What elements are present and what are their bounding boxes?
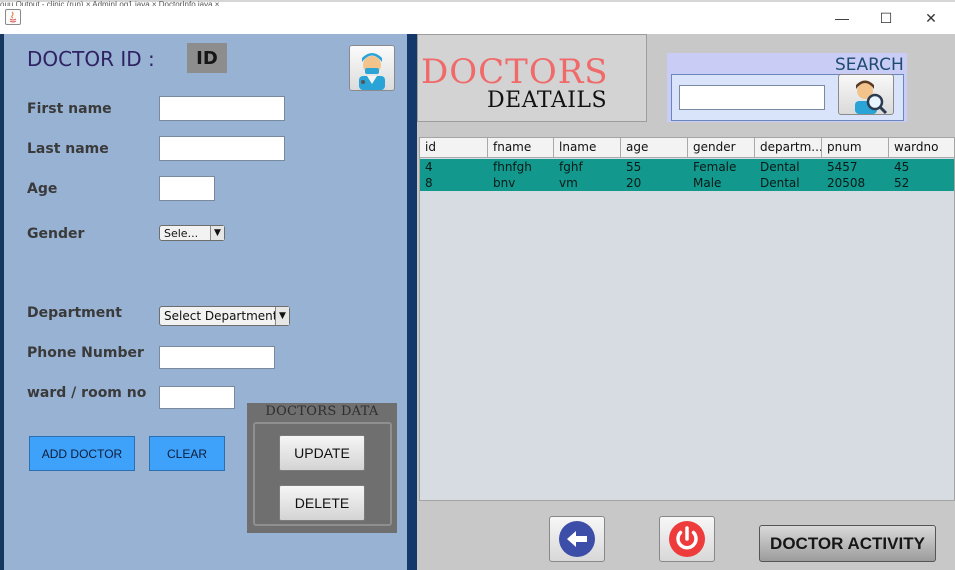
search-label: SEARCH: [835, 55, 904, 75]
search-input[interactable]: [679, 85, 825, 110]
first-name-label: First name: [27, 101, 112, 117]
table-row[interactable]: 4 fhnfgh fghf 55 Female Dental 5457 45: [420, 159, 954, 175]
doctor-activity-button[interactable]: DOCTOR ACTIVITY: [759, 525, 936, 562]
age-field[interactable]: [159, 176, 215, 201]
table-cell: Dental: [760, 160, 800, 174]
java-app-icon: [5, 9, 21, 25]
ward-room-label: ward / room no: [27, 385, 147, 401]
table-cell: 5457: [827, 160, 858, 174]
power-button[interactable]: [659, 516, 715, 562]
table-cell: 45: [894, 160, 910, 174]
column-header-pnum[interactable]: pnum: [822, 138, 889, 158]
department-select-value: Select Department: [164, 309, 278, 323]
table-cell: vm: [559, 176, 578, 190]
column-header-wardno[interactable]: wardno: [889, 138, 954, 158]
ward-room-field[interactable]: [159, 386, 235, 409]
table-cell: 52: [894, 176, 910, 190]
panel-divider: [407, 34, 417, 570]
doctors-data-title: DOCTORS DATA: [265, 404, 379, 419]
column-header-department[interactable]: departm...: [755, 138, 822, 158]
doctor-id-value: ID: [187, 43, 227, 73]
search-button[interactable]: [838, 74, 894, 115]
doctor-avatar-icon[interactable]: [349, 45, 395, 91]
last-name-field[interactable]: [159, 136, 285, 161]
table-cell: fhnfgh: [493, 160, 532, 174]
table-cell: 55: [626, 160, 642, 174]
table-cell: 8: [425, 176, 433, 190]
add-doctor-button[interactable]: ADD DOCTOR: [29, 436, 135, 471]
delete-button[interactable]: DELETE: [279, 485, 365, 521]
background-tabs-strip: ouu Output - clinic (run) × AdminLog1.ja…: [0, 0, 220, 6]
doctor-id-label: DOCTOR ID :: [27, 47, 155, 71]
clear-button[interactable]: CLEAR: [149, 436, 225, 471]
first-name-field[interactable]: [159, 96, 285, 121]
doctors-table[interactable]: id fname lname age gender departm... pnu…: [419, 137, 955, 501]
maximize-button[interactable]: ☐: [863, 4, 909, 32]
arrow-left-icon: [559, 521, 595, 557]
phone-number-label: Phone Number: [27, 345, 144, 361]
doctors-title: DOCTORS: [421, 52, 609, 92]
close-button[interactable]: ✕: [908, 4, 954, 32]
details-title: DEATAILS: [487, 88, 608, 113]
chevron-down-icon: ▼: [275, 307, 289, 325]
chevron-down-icon: ▼: [210, 226, 224, 240]
back-button[interactable]: [549, 516, 605, 562]
column-header-lname[interactable]: lname: [554, 138, 621, 158]
gender-select-value: Sele...: [164, 226, 199, 240]
table-cell: Dental: [760, 176, 800, 190]
department-select[interactable]: Select Department ▼: [159, 306, 290, 326]
gender-select[interactable]: Sele... ▼: [159, 225, 225, 241]
update-button[interactable]: UPDATE: [279, 435, 365, 471]
gender-label: Gender: [27, 226, 85, 242]
table-cell: 20508: [827, 176, 866, 190]
age-label: Age: [27, 181, 58, 197]
search-person-icon: [855, 80, 888, 115]
minimize-button[interactable]: —: [819, 4, 865, 32]
power-icon: [669, 521, 705, 557]
column-header-age[interactable]: age: [621, 138, 688, 158]
column-header-fname[interactable]: fname: [488, 138, 554, 158]
table-cell: 4: [425, 160, 433, 174]
column-header-gender[interactable]: gender: [688, 138, 755, 158]
table-cell: 20: [626, 176, 642, 190]
phone-number-field[interactable]: [159, 346, 275, 369]
department-label: Department: [27, 305, 122, 321]
table-cell: Female: [693, 160, 737, 174]
table-cell: bnv: [493, 176, 516, 190]
table-row[interactable]: 8 bnv vm 20 Male Dental 20508 52: [420, 175, 954, 191]
last-name-label: Last name: [27, 141, 109, 157]
table-cell: Male: [693, 176, 722, 190]
column-header-id[interactable]: id: [420, 138, 488, 158]
table-cell: fghf: [559, 160, 583, 174]
